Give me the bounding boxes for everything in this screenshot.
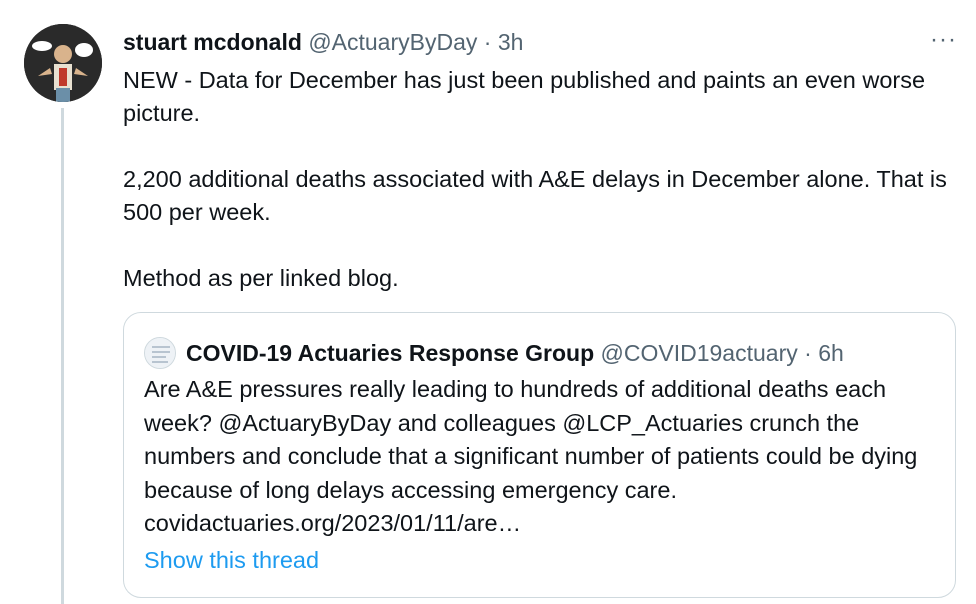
- tweet-paragraph: 2,200 additional deaths associated with …: [123, 166, 947, 225]
- quoted-tweet-header: COVID-19 Actuaries Response Group @COVID…: [144, 337, 844, 369]
- author-name[interactable]: stuart mcdonald: [123, 29, 302, 55]
- thread-line: [61, 108, 64, 604]
- author-handle[interactable]: @ActuaryByDay: [308, 29, 477, 55]
- tweet-paragraph: Method as per linked blog.: [123, 265, 399, 291]
- separator-dot: ·: [483, 29, 492, 55]
- avatar[interactable]: [24, 24, 102, 102]
- more-options-icon[interactable]: ···: [930, 28, 957, 52]
- quoted-author-handle[interactable]: @COVID19actuary: [601, 339, 798, 367]
- quoted-author-name[interactable]: COVID-19 Actuaries Response Group: [186, 339, 594, 367]
- tweet-time[interactable]: 3h: [498, 29, 524, 55]
- quoted-tweet-text: Are A&E pressures really leading to hund…: [144, 376, 918, 536]
- show-thread-link[interactable]: Show this thread: [144, 545, 319, 575]
- cartoon-avatar-icon: [24, 24, 102, 102]
- tweet-text: NEW - Data for December has just been pu…: [123, 64, 953, 295]
- quoted-tweet-card[interactable]: COVID-19 Actuaries Response Group @COVID…: [123, 312, 956, 598]
- tweet-paragraph: NEW - Data for December has just been pu…: [123, 67, 926, 126]
- tweet-header: stuart mcdonald @ActuaryByDay · 3h: [123, 28, 523, 56]
- quoted-tweet-time[interactable]: 6h: [818, 339, 844, 367]
- separator-dot: ·: [804, 340, 812, 366]
- group-avatar-icon[interactable]: [144, 337, 176, 369]
